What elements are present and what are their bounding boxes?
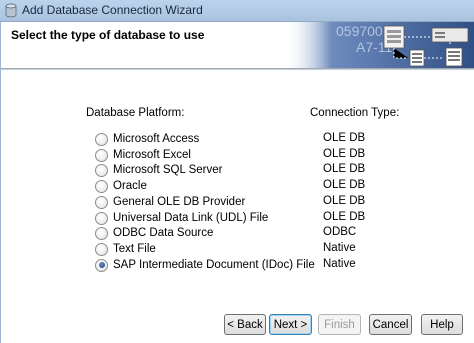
radio-button[interactable]: [95, 163, 108, 177]
platform-option-label: ODBC Data Source: [113, 227, 214, 239]
back-button[interactable]: < Back: [224, 314, 266, 335]
platform-option[interactable]: Microsoft Access: [95, 131, 325, 147]
wizard-window: Add Database Connection Wizard Select th…: [0, 0, 474, 343]
window-title: Add Database Connection Wizard: [22, 3, 203, 17]
radio-button[interactable]: [95, 226, 108, 240]
platform-option[interactable]: ODBC Data Source: [95, 225, 325, 241]
radio-button[interactable]: [95, 195, 108, 209]
connection-type-value: OLE DB: [323, 179, 366, 191]
radio-button[interactable]: [95, 211, 108, 225]
platform-option-label: SAP Intermediate Document (IDoc) File: [113, 259, 315, 271]
banner-number-1: 0597001: [336, 23, 391, 39]
connection-type-value: OLE DB: [323, 195, 366, 207]
platform-option[interactable]: Oracle: [95, 178, 325, 194]
connection-type-value: Native: [323, 258, 356, 270]
wizard-body: Database Platform: Connection Type: Micr…: [1, 70, 474, 303]
platform-option-label: Microsoft Excel: [113, 149, 191, 161]
finish-button[interactable]: Finish: [318, 314, 361, 335]
radio-button[interactable]: [95, 179, 108, 193]
database-platform-label: Database Platform:: [86, 107, 185, 119]
wizard-header: Select the type of database to use 05970…: [1, 22, 474, 69]
radio-button[interactable]: [95, 242, 108, 256]
connection-type-value: ODBC: [323, 226, 357, 238]
connection-type-value: Native: [323, 242, 356, 254]
connection-type-value: OLE DB: [323, 148, 366, 160]
platform-option[interactable]: Microsoft SQL Server: [95, 162, 325, 178]
platform-option[interactable]: General OLE DB Provider: [95, 194, 325, 210]
platform-option-label: Universal Data Link (UDL) File: [113, 212, 269, 224]
platform-option-label: Microsoft SQL Server: [113, 164, 223, 176]
database-banner-image: 0597001 A7-11: [284, 22, 474, 68]
radio-button[interactable]: [95, 132, 108, 146]
cancel-button[interactable]: Cancel: [369, 314, 412, 335]
connection-type-label: Connection Type:: [310, 107, 400, 119]
radio-button-selected[interactable]: [95, 258, 108, 272]
platform-option-label: Microsoft Access: [113, 133, 200, 145]
platform-option-label: General OLE DB Provider: [113, 196, 246, 208]
platform-option[interactable]: SAP Intermediate Document (IDoc) File: [95, 257, 325, 273]
platform-option[interactable]: Microsoft Excel: [95, 147, 325, 163]
database-icon: [5, 3, 17, 18]
radio-button[interactable]: [95, 148, 108, 162]
platform-option[interactable]: Text File: [95, 241, 325, 257]
next-button[interactable]: Next >: [269, 314, 312, 335]
connection-type-value: OLE DB: [323, 163, 366, 175]
page-title: Select the type of database to use: [11, 28, 205, 42]
wizard-footer: < Back Next > Finish Cancel Help: [1, 303, 474, 343]
platform-option[interactable]: Universal Data Link (UDL) File: [95, 210, 325, 226]
platform-option-label: Oracle: [113, 180, 147, 192]
title-bar[interactable]: Add Database Connection Wizard: [0, 0, 474, 22]
help-button[interactable]: Help: [421, 314, 463, 335]
connection-type-value: OLE DB: [323, 211, 366, 223]
connection-type-value: OLE DB: [323, 132, 366, 144]
platform-option-label: Text File: [113, 243, 156, 255]
